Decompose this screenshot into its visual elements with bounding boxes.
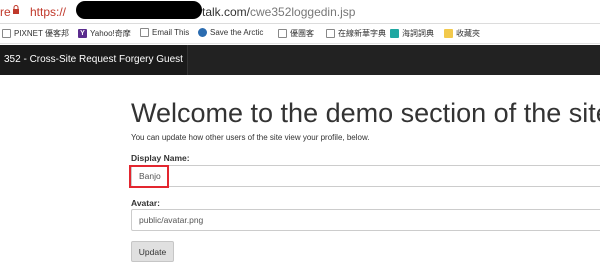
yahoo-icon: Y — [78, 29, 87, 38]
bookmark-favorites[interactable]: 收藏夾 — [444, 28, 480, 39]
display-name-label: Display Name: — [131, 153, 190, 163]
page-heading: Welcome to the demo section of the site. — [131, 98, 600, 128]
url-https: https:// — [30, 5, 67, 19]
bookmark-email-this[interactable]: Email This — [140, 28, 189, 37]
display-name-input[interactable] — [131, 165, 600, 187]
address-bar[interactable]: re https:// talk.com/cwe352loggedin.jsp — [0, 0, 600, 24]
avatar-input[interactable] — [131, 209, 600, 231]
bookmarks-bar: PIXNET 優客邦 Y Yahoo!奇摩 Email This Save th… — [0, 24, 600, 44]
url-scheme-fragment: re — [0, 5, 11, 19]
bookmark-xinhua-dictionary[interactable]: 在線新華字典 — [326, 28, 386, 39]
bookmark-youtuanke[interactable]: 優團客 — [278, 28, 314, 39]
bookmark-yahoo[interactable]: Y Yahoo!奇摩 — [78, 28, 131, 39]
folder-icon — [444, 29, 453, 38]
doc-icon — [326, 29, 335, 38]
bookmark-label: PIXNET 優客邦 — [14, 29, 69, 38]
bookmark-save-the-arctic[interactable]: Save the Arctic — [198, 28, 263, 37]
bookmark-pixnet[interactable]: PIXNET 優客邦 — [2, 28, 69, 39]
bookmark-label: 海詞詞典 — [402, 29, 434, 38]
url-host-suffix: talk.com/ — [202, 5, 251, 19]
bookmark-label: Yahoo!奇摩 — [90, 29, 131, 38]
bookmark-label: Save the Arctic — [210, 28, 264, 37]
app-title[interactable]: 352 - Cross-Site Request Forgery Guest — [0, 45, 188, 75]
bookmark-label: 優團客 — [290, 29, 314, 38]
bookmark-label: Email This — [152, 28, 190, 37]
url-host: talk.com/cwe352loggedin.jsp — [202, 5, 355, 19]
doc-icon — [140, 28, 149, 37]
update-button[interactable]: Update — [131, 241, 174, 262]
intro-text: You can update how other users of the si… — [131, 133, 370, 142]
bookmark-haici-dictionary[interactable]: 海詞詞典 — [390, 28, 434, 39]
dict-icon — [390, 29, 399, 38]
bookmark-label: 在線新華字典 — [338, 29, 386, 38]
url-path: cwe352loggedin.jsp — [250, 5, 356, 19]
globe-icon — [198, 28, 207, 37]
insecure-lock-icon — [13, 5, 19, 14]
bookmark-label: 收藏夾 — [456, 29, 480, 38]
app-navbar: 352 - Cross-Site Request Forgery Guest — [0, 45, 600, 75]
doc-icon — [278, 29, 287, 38]
redacted-domain — [76, 1, 202, 19]
avatar-label: Avatar: — [131, 198, 160, 208]
doc-icon — [2, 29, 11, 38]
annotation-highlight-box — [129, 165, 169, 188]
